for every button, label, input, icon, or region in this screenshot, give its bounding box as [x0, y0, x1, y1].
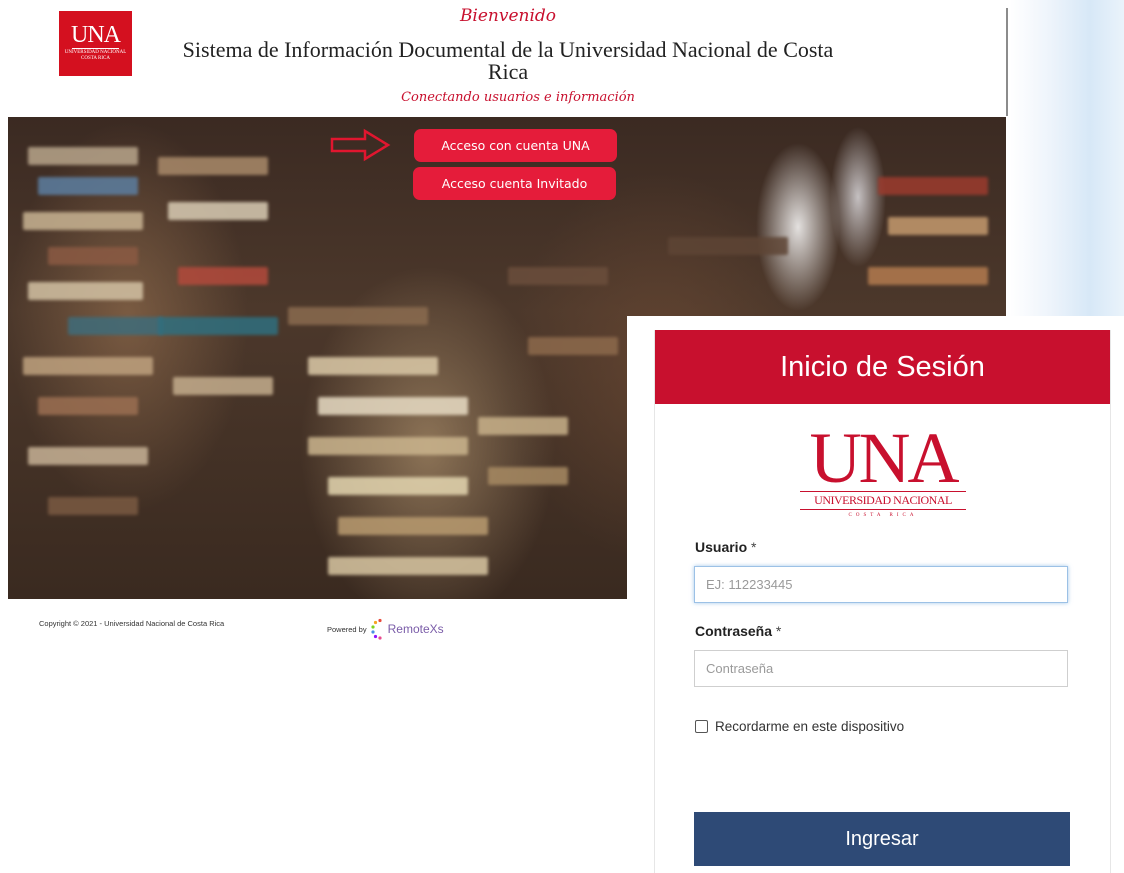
page-edge-line: [1006, 8, 1008, 116]
book-spine: [158, 317, 278, 335]
login-submit-button[interactable]: Ingresar: [694, 812, 1070, 866]
book-spine: [488, 467, 568, 485]
remotexs-dots-icon: [371, 618, 382, 640]
remotexs-brand-text: RemoteXs: [387, 622, 444, 636]
book-spine: [878, 177, 988, 195]
arrow-right-outline-icon: [330, 128, 391, 162]
book-spine: [338, 517, 488, 535]
book-spine: [318, 397, 468, 415]
book-spine: [38, 177, 138, 195]
required-mark: *: [751, 539, 757, 555]
book-spine: [68, 317, 163, 335]
book-spine: [48, 497, 138, 515]
book-spine: [23, 212, 143, 230]
username-label: Usuario *: [695, 539, 756, 555]
book-spine: [48, 247, 138, 265]
book-spine: [868, 267, 988, 285]
book-spine: [178, 267, 268, 285]
remember-me[interactable]: Recordarme en este dispositivo: [695, 719, 904, 734]
una-account-login-button[interactable]: Acceso con cuenta UNA: [414, 129, 617, 162]
book-spine: [668, 237, 788, 255]
book-spine: [478, 417, 568, 435]
required-mark: *: [775, 623, 782, 639]
password-input[interactable]: [694, 650, 1068, 687]
username-input[interactable]: [694, 566, 1068, 603]
logo-rule: [800, 509, 966, 510]
book-spine: [328, 557, 488, 575]
login-card: Inicio de Sesión UNA UNIVERSIDAD NACIONA…: [654, 330, 1111, 873]
guest-account-login-button[interactable]: Acceso cuenta Invitado: [413, 167, 616, 200]
book-spine: [28, 447, 148, 465]
welcome-text: Bienvenido: [459, 6, 557, 26]
remember-me-label: Recordarme en este dispositivo: [715, 719, 905, 734]
logo-university-name: UNIVERSIDAD NACIONAL: [814, 493, 952, 507]
una-university-logo: UNA UNIVERSIDAD NACIONAL COSTA RICA: [798, 418, 968, 519]
background-glow: [1010, 0, 1124, 320]
logo-country: COSTA RICA: [848, 513, 918, 518]
login-title: Inicio de Sesión: [655, 330, 1110, 404]
logo-subtext: UNIVERSIDAD NACIONAL COSTA RICA: [64, 50, 127, 61]
book-spine: [888, 217, 988, 235]
page-title: Sistema de Información Documental de la …: [182, 37, 834, 84]
password-label: Contraseña *: [695, 623, 781, 639]
powered-by: Powered by RemoteXs: [327, 618, 444, 640]
remotexs-logo[interactable]: RemoteXs: [370, 618, 444, 640]
password-label-text: Contraseña: [695, 623, 773, 639]
book-spine: [288, 307, 428, 325]
book-spine: [308, 437, 468, 455]
powered-by-label: Powered by: [327, 624, 367, 634]
book-spine: [158, 157, 268, 175]
logo-text: UNA: [71, 22, 121, 48]
book-spine: [28, 147, 138, 165]
book-spine: [168, 202, 268, 220]
book-spine: [508, 267, 608, 285]
tagline: Conectando usuarios e información: [401, 90, 635, 105]
book-spine: [328, 477, 468, 495]
logo-text: UNA: [809, 418, 960, 498]
una-logo[interactable]: UNA UNIVERSIDAD NACIONAL COSTA RICA: [59, 11, 132, 76]
username-label-text: Usuario: [695, 539, 748, 555]
book-spine: [28, 282, 143, 300]
book-spine: [23, 357, 153, 375]
book-spine: [38, 397, 138, 415]
book-spine: [308, 357, 438, 375]
book-spine: [173, 377, 273, 395]
footer-copyright: Copyright © 2021 - Universidad Nacional …: [39, 619, 225, 628]
logo-rule: [72, 48, 119, 49]
book-spine: [528, 337, 618, 355]
remember-me-checkbox[interactable]: [695, 720, 708, 733]
